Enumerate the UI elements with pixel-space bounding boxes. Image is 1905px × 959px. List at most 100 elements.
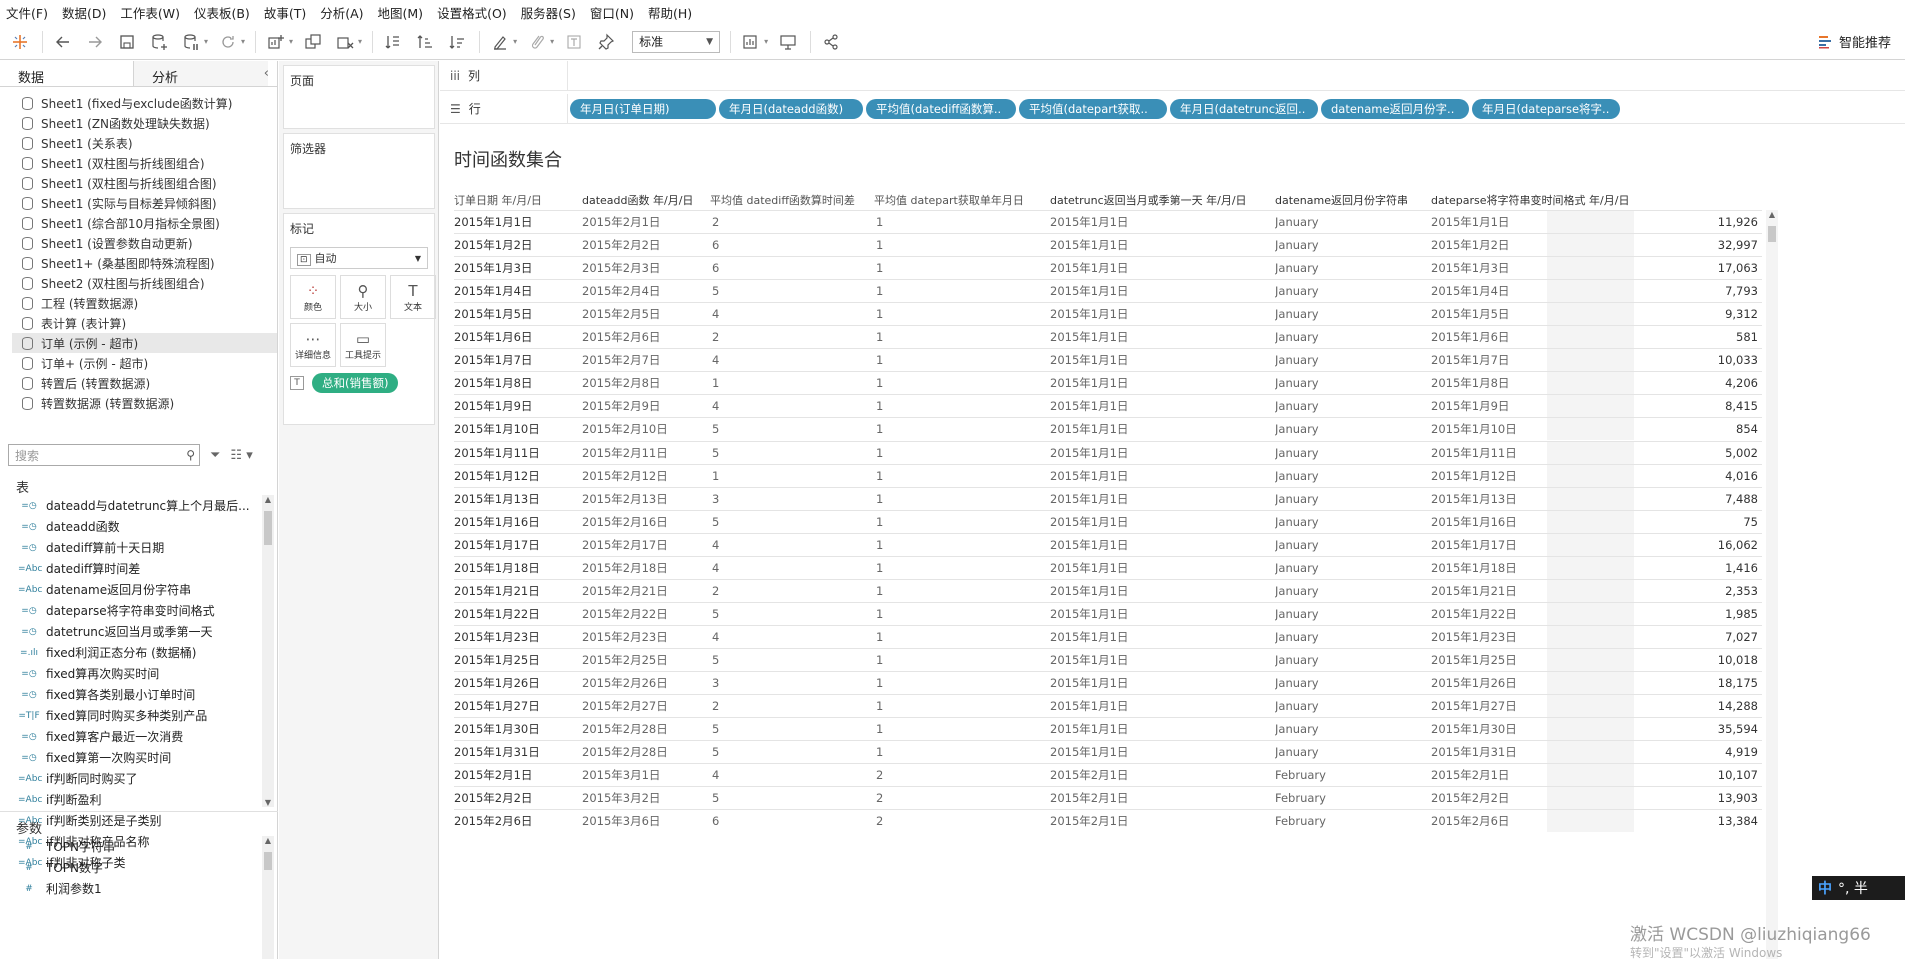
parameter-item[interactable]: # TOPN字符串: [0, 836, 262, 857]
smart-recommend-button[interactable]: 智能推荐: [1818, 32, 1891, 51]
datasource-item[interactable]: Sheet1 (设置参数自动更新): [0, 233, 278, 253]
field-item[interactable]: =◷ dateadd函数: [0, 516, 262, 537]
column-header[interactable]: datetrunc返回当月或季第一天 年/月/日: [1050, 192, 1275, 210]
datasource-item[interactable]: Sheet2 (双柱图与折线图组合): [0, 273, 278, 293]
parameter-item[interactable]: # 利润参数1: [0, 878, 262, 899]
menu-item[interactable]: 地图(M): [378, 3, 424, 22]
datasource-item[interactable]: Sheet1 (双柱图与折线图组合图): [0, 173, 278, 193]
tab-analysis[interactable]: 分析: [134, 61, 268, 86]
table-row[interactable]: 2015年1月13日 2015年2月13日 3 1 2015年1月1日 January 20…: [454, 486, 1762, 510]
share-icon[interactable]: [819, 30, 843, 54]
datasource-item[interactable]: Sheet1 (综合部10月指标全景图): [0, 213, 278, 233]
datasource-item[interactable]: Sheet1 (关系表): [0, 133, 278, 153]
table-row[interactable]: 2015年1月16日 2015年2月16日 5 1 2015年1月1日 January 20…: [454, 509, 1762, 533]
field-item[interactable]: =◷ fixed算各类别最小订单时间: [0, 684, 262, 705]
duplicate-sheet-icon[interactable]: [301, 30, 325, 54]
table-row[interactable]: 2015年1月25日 2015年2月25日 5 1 2015年1月1日 January 20…: [454, 647, 1762, 671]
scroll-thumb[interactable]: [264, 852, 272, 870]
presentation-icon[interactable]: [776, 30, 800, 54]
datasource-item[interactable]: Sheet1 (实际与目标差异倾斜图): [0, 193, 278, 213]
table-row[interactable]: 2015年1月4日 2015年2月4日 5 1 2015年1月1日 January 2015…: [454, 279, 1762, 303]
field-item[interactable]: =◷ fixed算客户最近一次消费: [0, 726, 262, 747]
view-options-icon[interactable]: ☷ ▾: [230, 448, 252, 463]
collapse-pane-icon[interactable]: ‹: [264, 66, 269, 81]
swap-icon[interactable]: [381, 30, 405, 54]
group-icon[interactable]: [525, 30, 549, 54]
pin-icon[interactable]: [594, 30, 618, 54]
row-pill[interactable]: 年月日(dateparse将字..: [1472, 98, 1620, 119]
row-pill[interactable]: 年月日(订单日期): [570, 98, 716, 119]
table-row[interactable]: 2015年1月10日 2015年2月10日 5 1 2015年1月1日 January 20…: [454, 417, 1762, 441]
field-item[interactable]: =Abc if判断同时购买了: [0, 768, 262, 789]
table-row[interactable]: 2015年1月6日 2015年2月6日 2 1 2015年1月1日 January 2015…: [454, 325, 1762, 349]
param-list-scrollbar[interactable]: ▲: [262, 836, 274, 959]
table-row[interactable]: 2015年1月1日 2015年2月1日 2 1 2015年1月1日 January 2015…: [454, 210, 1762, 233]
menu-item[interactable]: 帮助(H): [648, 3, 692, 22]
table-row[interactable]: 2015年1月2日 2015年2月2日 6 1 2015年1月1日 January 2015…: [454, 233, 1762, 257]
marks-size-button[interactable]: ⚲ 大小: [340, 275, 386, 319]
tableau-logo-icon[interactable]: [8, 30, 32, 54]
table-row[interactable]: 2015年1月17日 2015年2月17日 4 1 2015年1月1日 January 20…: [454, 532, 1762, 556]
fit-select[interactable]: 标准 ▼: [632, 30, 721, 53]
new-worksheet-icon[interactable]: [264, 30, 288, 54]
menu-item[interactable]: 服务器(S): [521, 3, 576, 22]
column-header[interactable]: 订单日期 年/月/日: [454, 192, 582, 210]
scroll-thumb[interactable]: [1768, 226, 1776, 242]
rows-shelf[interactable]: ☰ 行 年月日(订单日期) 年月日(dateadd函数) 平均值(datediff函…: [440, 94, 1905, 124]
datasource-item[interactable]: 订单+ (示例 - 超市): [0, 353, 278, 373]
pages-card[interactable]: 页面: [283, 65, 435, 129]
datasource-item[interactable]: Sheet1 (双柱图与折线图组合): [0, 153, 278, 173]
row-pill[interactable]: 平均值(datepart获取..: [1019, 98, 1167, 119]
row-pill[interactable]: 年月日(dateadd函数): [719, 98, 863, 119]
scroll-up-icon[interactable]: ▲: [1766, 210, 1778, 219]
table-row[interactable]: 2015年1月22日 2015年2月22日 5 1 2015年1月1日 January 20…: [454, 601, 1762, 625]
column-header[interactable]: dateadd函数 年/月/日: [582, 192, 710, 210]
pause-update-icon[interactable]: [179, 30, 203, 54]
highlight-icon[interactable]: [488, 30, 512, 54]
column-header[interactable]: dateparse将字符串变时间格式 年/月/日: [1431, 192, 1661, 210]
menu-item[interactable]: 文件(F): [6, 3, 48, 22]
tab-data[interactable]: 数据: [0, 61, 134, 86]
field-item[interactable]: =.ılı fixed利润正态分布 (数据桶): [0, 642, 262, 663]
table-row[interactable]: 2015年2月2日 2015年3月2日 5 2 2015年2月1日 February 201…: [454, 786, 1762, 810]
marks-color-button[interactable]: ⁘ 颜色: [290, 275, 336, 319]
datasource-item[interactable]: 表计算 (表计算): [0, 313, 278, 333]
view-scrollbar[interactable]: ▲: [1766, 210, 1778, 959]
column-header[interactable]: 平均值 datepart获取单年月日: [874, 192, 1050, 210]
filters-card[interactable]: 筛选器: [283, 133, 435, 209]
sum-sales-pill[interactable]: 总和(销售额): [312, 373, 399, 393]
field-item[interactable]: =Abc if判断盈利: [0, 789, 262, 810]
table-row[interactable]: 2015年1月18日 2015年2月18日 4 1 2015年1月1日 January 20…: [454, 555, 1762, 579]
menu-item[interactable]: 分析(A): [320, 3, 363, 22]
table-row[interactable]: 2015年1月9日 2015年2月9日 4 1 2015年1月1日 January 2015…: [454, 394, 1762, 418]
datasource-item[interactable]: Sheet1+ (桑基图即特殊流程图): [0, 253, 278, 273]
search-input[interactable]: 搜索 ⚲: [8, 444, 200, 466]
scroll-down-icon[interactable]: ▼: [262, 798, 274, 807]
column-header[interactable]: 平均值 datediff函数算时间差: [710, 192, 874, 210]
field-item[interactable]: =◷ fixed算再次购买时间: [0, 663, 262, 684]
undo-icon[interactable]: [51, 30, 75, 54]
table-row[interactable]: 2015年1月23日 2015年2月23日 4 1 2015年1月1日 January 20…: [454, 624, 1762, 648]
row-pill[interactable]: 年月日(datetrunc返回..: [1170, 98, 1318, 119]
menu-item[interactable]: 仪表板(B): [194, 3, 250, 22]
parameter-item[interactable]: # TOPN数字: [0, 857, 262, 878]
table-row[interactable]: 2015年1月26日 2015年2月26日 3 1 2015年1月1日 January 20…: [454, 671, 1762, 694]
datasource-item[interactable]: 转置后 (转置数据源): [0, 373, 278, 393]
table-row[interactable]: 2015年2月6日 2015年3月6日 6 2 2015年2月1日 February 201…: [454, 809, 1762, 833]
scroll-up-icon[interactable]: ▲: [262, 836, 274, 845]
sort-descending-icon[interactable]: [445, 30, 469, 54]
menu-item[interactable]: 故事(T): [264, 3, 306, 22]
marks-tooltip-button[interactable]: ▭ 工具提示: [340, 323, 386, 367]
table-row[interactable]: 2015年1月12日 2015年2月12日 1 1 2015年1月1日 January 20…: [454, 463, 1762, 487]
field-item[interactable]: =◷ fixed算第一次购买时间: [0, 747, 262, 768]
save-icon[interactable]: [115, 30, 139, 54]
table-row[interactable]: 2015年1月5日 2015年2月5日 4 1 2015年1月1日 January 2015…: [454, 302, 1762, 326]
clear-sheet-icon[interactable]: [333, 30, 357, 54]
marks-text-button[interactable]: T 文本: [390, 275, 436, 319]
table-row[interactable]: 2015年1月8日 2015年2月8日 1 1 2015年1月1日 January 2015…: [454, 371, 1762, 395]
marks-type-select[interactable]: ⊡ 自动 ▼: [290, 247, 428, 269]
field-item[interactable]: =◷ datediff算前十天日期: [0, 537, 262, 558]
datasource-item[interactable]: 订单 (示例 - 超市): [12, 333, 277, 353]
menu-item[interactable]: 工作表(W): [120, 3, 180, 22]
row-pill[interactable]: datename返回月份字..: [1321, 98, 1469, 119]
